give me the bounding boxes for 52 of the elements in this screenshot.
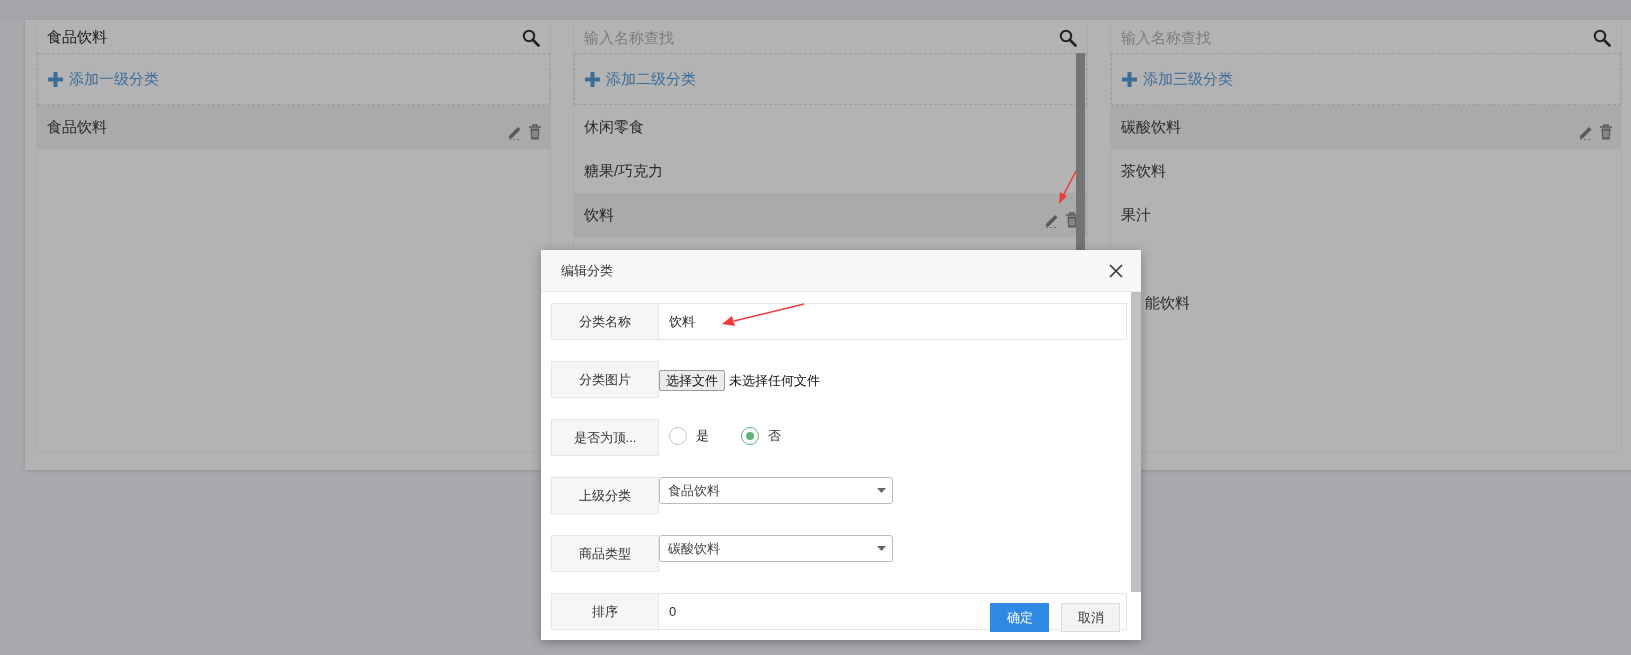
cancel-button[interactable]: 取消 bbox=[1061, 603, 1120, 632]
search-icon[interactable] bbox=[1059, 28, 1077, 47]
scrollbar[interactable] bbox=[1131, 292, 1141, 592]
category-item[interactable]: 茶饮料 bbox=[1111, 149, 1621, 193]
search-icon[interactable] bbox=[1593, 28, 1611, 47]
plus-icon bbox=[48, 71, 63, 87]
radio-label: 是 bbox=[696, 427, 709, 445]
field-value: 0 bbox=[669, 604, 677, 619]
field-value: 饮料 bbox=[669, 312, 695, 331]
category-name: 茶饮料 bbox=[1121, 161, 1167, 181]
search-field[interactable]: 食品饮料 bbox=[47, 29, 522, 46]
category-name: 糖果/巧克力 bbox=[584, 161, 665, 181]
category-name: 饮料 bbox=[584, 205, 615, 225]
dropdown[interactable]: 碳酸饮料 bbox=[659, 535, 893, 562]
caret-icon bbox=[877, 488, 886, 493]
field-label: 分类图片 bbox=[551, 361, 659, 398]
dialog-title: 编辑分类 bbox=[561, 261, 613, 280]
category-item[interactable]: 休闲零食 bbox=[574, 105, 1087, 149]
file-status: 未选择任何文件 bbox=[729, 371, 820, 390]
category-item[interactable]: 饮料 bbox=[574, 193, 1087, 237]
trash-icon[interactable] bbox=[1599, 124, 1613, 140]
category-name: 果汁 bbox=[1121, 205, 1152, 225]
pencil-icon[interactable] bbox=[1044, 212, 1060, 228]
plus-icon bbox=[1122, 71, 1137, 87]
field-label: 分类名称 bbox=[551, 303, 659, 340]
search-icon[interactable] bbox=[522, 28, 540, 47]
category-name: 碳酸饮料 bbox=[1121, 117, 1182, 137]
input-field[interactable]: 0 确定 取消 bbox=[659, 593, 1127, 630]
field-label: 是否为顶... bbox=[551, 419, 659, 456]
category-name: 能饮料 bbox=[1145, 293, 1191, 313]
plus-icon bbox=[585, 71, 600, 87]
close-icon[interactable] bbox=[1109, 263, 1123, 278]
radio-label: 否 bbox=[768, 427, 781, 445]
category-name: 食品饮料 bbox=[47, 117, 108, 137]
input-field[interactable]: 饮料 bbox=[659, 303, 1127, 340]
category-item[interactable]: 碳酸饮料 bbox=[1111, 105, 1621, 149]
pencil-icon[interactable] bbox=[507, 124, 523, 140]
field-label: 上级分类 bbox=[551, 477, 659, 514]
dropdown[interactable]: 食品饮料 bbox=[659, 477, 893, 504]
scrollbar[interactable] bbox=[1076, 53, 1085, 253]
choose-file-button[interactable]: 选择文件 bbox=[659, 370, 725, 391]
category-item[interactable]: 果汁 bbox=[1111, 193, 1621, 237]
category-item[interactable]: 食品饮料 bbox=[37, 105, 550, 149]
category-name: 休闲零食 bbox=[584, 117, 645, 137]
field-label: 商品类型 bbox=[551, 535, 659, 572]
trash-icon[interactable] bbox=[528, 124, 542, 140]
pencil-icon[interactable] bbox=[1578, 124, 1594, 140]
caret-icon bbox=[877, 546, 886, 551]
category-item[interactable]: 糖果/巧克力 bbox=[574, 149, 1087, 193]
field-label: 排序 bbox=[551, 593, 659, 630]
arrow-drawing bbox=[1059, 170, 1077, 204]
confirm-button[interactable]: 确定 bbox=[990, 603, 1049, 632]
